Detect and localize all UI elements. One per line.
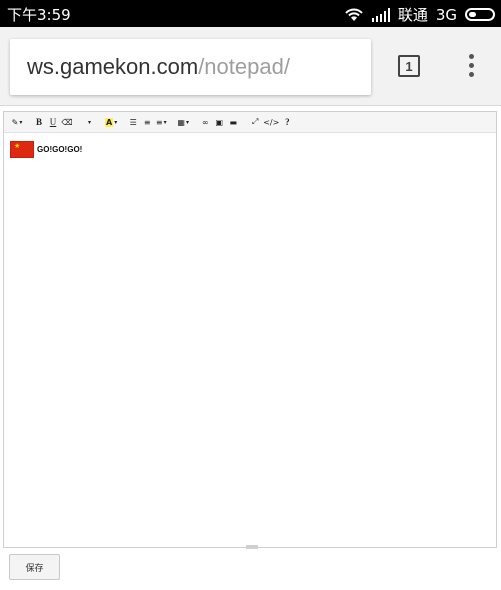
address-bar[interactable]: ws.gamekon.com/notepad/ [10, 39, 371, 95]
url-host: ws.gamekon.com [27, 54, 199, 79]
signal-icon [371, 7, 390, 22]
list-number-icon: ≡ [143, 117, 151, 127]
editor-toolbar: ✎ ▾ B U ⌫ ▾ A ▾ ☰ ≡ ≡ ▾ ▦ ▾ ∞ ▣ ▬ ⤢ </> ? [4, 112, 496, 133]
battery-icon [465, 8, 495, 21]
overflow-menu-icon[interactable] [466, 54, 476, 80]
carrier-name: 联通 [397, 6, 428, 24]
eraser-icon: ⌫ [61, 117, 73, 127]
status-bar: 下午3:59 联通 3G [0, 0, 501, 27]
wifi-icon [345, 8, 363, 21]
table-icon: ▦ [177, 117, 185, 127]
editor-resize-handle[interactable] [246, 545, 258, 549]
editor-content-area[interactable]: ★ GO!GO!GO! [4, 133, 496, 166]
ordered-list-button[interactable]: ≡ [140, 115, 154, 129]
list-bullet-icon: ☰ [129, 117, 137, 127]
status-right-group: 联通 3G [344, 4, 495, 25]
image-button[interactable]: ▣ [212, 115, 226, 129]
unordered-list-button[interactable]: ☰ [126, 115, 140, 129]
text-color-icon: A [105, 117, 114, 127]
save-button[interactable]: 保存 [9, 554, 60, 580]
tab-switcher-button[interactable]: 1 [398, 55, 420, 77]
align-dropdown[interactable]: ≡ ▾ [154, 115, 168, 129]
table-dropdown[interactable]: ▦ ▾ [176, 115, 190, 129]
fullscreen-button[interactable]: ⤢ [248, 115, 262, 129]
bold-button[interactable]: B [32, 115, 46, 129]
underline-button[interactable]: U [46, 115, 60, 129]
align-icon: ≡ [155, 117, 163, 127]
china-flag-image: ★ [10, 141, 34, 158]
help-button[interactable]: ? [280, 115, 294, 129]
content-text: GO!GO!GO! [37, 145, 83, 154]
network-type: 3G [435, 5, 457, 24]
font-style-dropdown[interactable]: ▾ [82, 115, 96, 129]
video-icon: ▬ [229, 117, 237, 127]
link-icon: ∞ [201, 117, 209, 127]
eraser-button[interactable]: ⌫ [60, 115, 74, 129]
status-time: 下午3:59 [7, 6, 71, 24]
video-button[interactable]: ▬ [226, 115, 240, 129]
browser-toolbar: ws.gamekon.com/notepad/ 1 [0, 27, 501, 106]
code-icon: </> [263, 117, 280, 127]
rich-text-editor: ✎ ▾ B U ⌫ ▾ A ▾ ☰ ≡ ≡ ▾ ▦ ▾ ∞ ▣ ▬ ⤢ </> ? ★ … [3, 111, 497, 549]
magic-format-button[interactable]: ✎ ▾ [10, 115, 24, 129]
link-button[interactable]: ∞ [198, 115, 212, 129]
url-path: /notepad/ [198, 54, 290, 79]
code-view-button[interactable]: </> [262, 115, 280, 129]
image-icon: ▣ [215, 117, 223, 127]
help-icon: ? [285, 117, 290, 127]
content-line: ★ GO!GO!GO! [10, 141, 490, 158]
magic-wand-icon: ✎ [11, 117, 19, 127]
text-color-button[interactable]: A ▾ [104, 115, 118, 129]
fullscreen-icon: ⤢ [252, 117, 259, 126]
